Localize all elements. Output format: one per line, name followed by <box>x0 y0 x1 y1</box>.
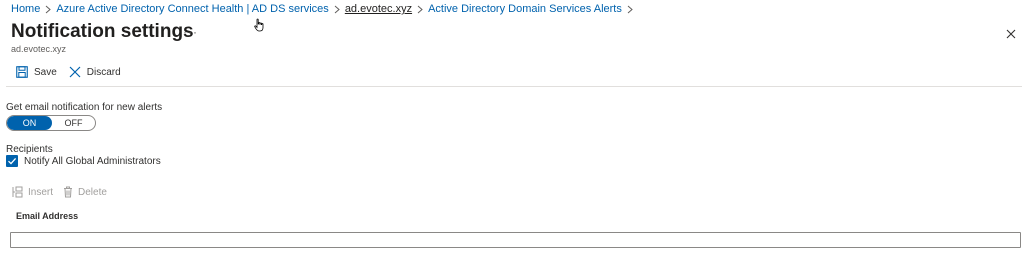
insert-row-icon <box>12 186 23 198</box>
delete-label: Delete <box>78 186 107 198</box>
chevron-right-icon <box>627 5 633 14</box>
email-address-column-header: Email Address <box>16 211 79 221</box>
save-label: Save <box>34 66 57 78</box>
toggle-off-option[interactable]: OFF <box>52 116 95 130</box>
close-icon[interactable] <box>1005 27 1017 39</box>
page-subtitle: ad.evotec.xyz <box>11 44 67 54</box>
notify-admins-checkbox[interactable] <box>6 155 18 167</box>
checkmark-icon <box>8 157 17 165</box>
toolbar-divider <box>6 86 1022 87</box>
email-notification-toggle[interactable]: ON OFF <box>6 115 96 131</box>
email-notification-label: Get email notification for new alerts <box>6 102 163 113</box>
chevron-right-icon <box>417 5 423 14</box>
breadcrumb-ad-ds-services[interactable]: Azure Active Directory Connect Health | … <box>56 3 328 15</box>
command-bar: Save Discard <box>16 66 133 78</box>
hand-cursor-icon <box>254 18 265 37</box>
breadcrumb: Home Azure Active Directory Connect Heal… <box>11 3 638 15</box>
toggle-on-option[interactable]: ON <box>7 116 52 130</box>
chevron-right-icon <box>334 5 340 14</box>
trash-icon <box>64 186 73 198</box>
save-icon <box>16 66 28 78</box>
discard-icon <box>69 66 81 78</box>
email-address-input[interactable] <box>10 232 1021 248</box>
insert-label: Insert <box>28 186 54 198</box>
breadcrumb-domain[interactable]: ad.evotec.xyz <box>345 3 412 15</box>
discard-button[interactable]: Discard <box>69 66 121 78</box>
delete-button[interactable]: Delete <box>63 186 107 198</box>
recipients-label: Recipients <box>6 144 53 155</box>
save-button[interactable]: Save <box>16 66 57 78</box>
notify-admins-label: Notify All Global Administrators <box>24 155 161 167</box>
grid-toolbar: Insert Delete <box>12 186 117 198</box>
discard-label: Discard <box>86 66 121 78</box>
more-options-icon[interactable]: ··· <box>183 25 198 39</box>
notify-admins-row[interactable]: Notify All Global Administrators <box>6 155 161 167</box>
page-title: Notification settings <box>11 21 194 42</box>
breadcrumb-home[interactable]: Home <box>11 3 40 15</box>
chevron-right-icon <box>45 5 52 14</box>
insert-button[interactable]: Insert <box>12 186 53 198</box>
breadcrumb-ad-ds-alerts[interactable]: Active Directory Domain Services Alerts <box>428 3 622 15</box>
